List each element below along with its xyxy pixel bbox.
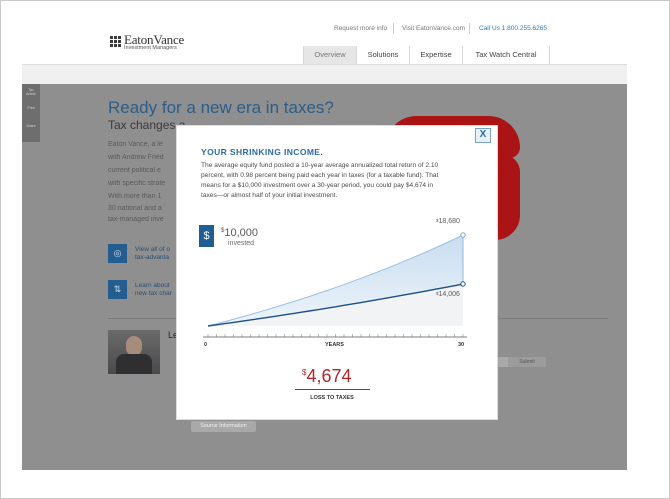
modal-body-line: means for a $10,000 investment over a 30… bbox=[201, 182, 434, 189]
hero-body-line: with specific strate bbox=[108, 180, 166, 187]
hero-title: Ready for a new era in taxes? bbox=[108, 98, 334, 117]
profile-photo bbox=[108, 330, 160, 374]
loss-number: 4,674 bbox=[306, 366, 352, 386]
loss-label: LOSS TO TAXES bbox=[310, 395, 354, 401]
end-value-label-top: $18,680 bbox=[436, 218, 460, 225]
source-information-button[interactable]: Source Information bbox=[191, 421, 256, 432]
sidebar-item-share[interactable]: Share bbox=[25, 124, 37, 128]
loss-underline bbox=[295, 389, 370, 390]
x-axis-label: YEARS bbox=[325, 342, 344, 348]
arrows-icon[interactable]: ⇅ bbox=[108, 280, 127, 299]
request-info-link[interactable]: Request more info bbox=[334, 25, 387, 32]
utility-divider bbox=[469, 23, 470, 34]
utility-divider bbox=[393, 23, 394, 34]
loss-currency: $ bbox=[302, 368, 307, 377]
tab-overview[interactable]: Overview bbox=[303, 46, 356, 64]
modal-title: YOUR SHRINKING INCOME. bbox=[201, 147, 324, 157]
page-top-strip bbox=[22, 64, 627, 85]
tab-expertise[interactable]: Expertise bbox=[409, 46, 462, 64]
modal-body: The average equity fund posted a 10-year… bbox=[201, 161, 471, 201]
modal-body-line: The average equity fund posted a 10-year… bbox=[201, 162, 439, 169]
hero-body-line: tax-managed inve bbox=[108, 216, 164, 223]
tab-tax-watch-central[interactable]: Tax Watch Central bbox=[462, 46, 550, 64]
end-value-number: 14,006 bbox=[438, 291, 460, 298]
visit-eatonvance-link[interactable]: Visit EatonVance.com bbox=[402, 25, 465, 32]
hero-body-line: Eaton Vance, a le bbox=[108, 141, 163, 148]
phone-number: 1.800.255.6265 bbox=[501, 25, 547, 32]
logo-grid-icon bbox=[109, 35, 121, 47]
end-value-number: 18,680 bbox=[438, 218, 460, 225]
sidebar-item-print[interactable]: Print bbox=[25, 106, 37, 110]
modal-body-line: percent, with 0.98 percent being paid ea… bbox=[201, 172, 439, 179]
hero-body-line: With more than 1 bbox=[108, 193, 162, 200]
logo-subtitle: Investment Managers bbox=[124, 45, 177, 51]
share-sidebar: Tax Article Print Share bbox=[22, 84, 40, 142]
phone-prefix: Call Us bbox=[479, 25, 500, 32]
close-icon[interactable]: X bbox=[475, 128, 491, 143]
hero-body-line: 30 national and a bbox=[108, 205, 162, 212]
hero-body-line: with Andrew Fried bbox=[108, 154, 164, 161]
submit-button[interactable]: Submit bbox=[508, 357, 546, 367]
pre-tax-end-point bbox=[460, 232, 466, 238]
income-chart bbox=[203, 232, 467, 338]
feature-link-line[interactable]: new tax char bbox=[135, 290, 175, 297]
loss-amount: $4,674 bbox=[302, 366, 352, 387]
hero-subtitle: Tax changes a bbox=[108, 118, 186, 132]
modal-body-line: taxes—or almost half of your initial inv… bbox=[201, 192, 338, 199]
red-phone-graphic-handle bbox=[495, 155, 520, 240]
feature-link-line[interactable]: tax-advanta bbox=[135, 254, 175, 261]
globe-icon[interactable]: ◎ bbox=[108, 244, 127, 263]
feature-link-line[interactable]: View all of o bbox=[135, 246, 175, 253]
phone-contact[interactable]: Call Us 1.800.255.6265 bbox=[479, 25, 547, 32]
feature-link-line[interactable]: Learn about bbox=[135, 282, 175, 289]
x-tick-label: 0 bbox=[204, 342, 208, 348]
search-input[interactable] bbox=[498, 357, 508, 367]
after-tax-end-point bbox=[460, 281, 466, 287]
end-value-label-bottom: $14,006 bbox=[436, 291, 460, 298]
tab-solutions[interactable]: Solutions bbox=[356, 46, 409, 64]
x-tick-label: 30 bbox=[458, 342, 465, 348]
sidebar-item-article[interactable]: Tax Article bbox=[25, 88, 37, 96]
hero-body-line: current political e bbox=[108, 167, 161, 174]
